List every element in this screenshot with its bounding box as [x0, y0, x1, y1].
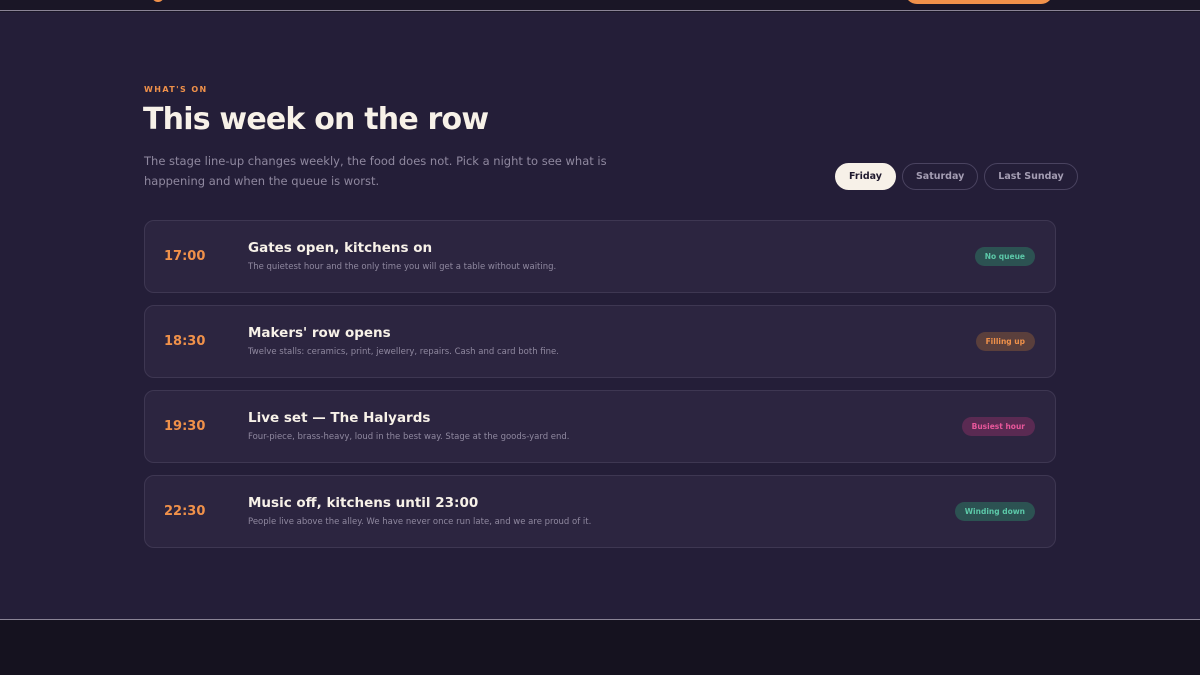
event-title: Makers' row opens: [248, 325, 391, 341]
tab-saturday[interactable]: Saturday: [901, 163, 979, 190]
event-title: Live set — The Halyards: [248, 410, 431, 426]
event-title: Music off, kitchens until 23:00: [248, 495, 479, 511]
event-description: The quietest hour and the only time you …: [248, 262, 557, 272]
event-time: 18:30: [164, 334, 206, 349]
site-footer: [0, 619, 1200, 675]
event-time: 19:30: [164, 419, 206, 434]
event-card: 17:00 Gates open, kitchens on The quiete…: [144, 220, 1056, 293]
page-title: This week on the row: [143, 102, 489, 137]
queue-status-badge: Busiest hour: [961, 417, 1035, 436]
header-cta-button[interactable]: [905, 0, 1053, 4]
event-card: 19:30 Live set — The Halyards Four-piece…: [144, 390, 1056, 463]
event-title: Gates open, kitchens on: [248, 240, 433, 256]
queue-status-badge: No queue: [974, 247, 1035, 266]
event-card: 18:30 Makers' row opens Twelve stalls: c…: [144, 305, 1056, 378]
event-description: Twelve stalls: ceramics, print, jeweller…: [248, 347, 559, 357]
event-description: Four-piece, brass-heavy, loud in the bes…: [248, 432, 570, 442]
queue-status-badge: Winding down: [954, 502, 1035, 521]
event-card: 22:30 Music off, kitchens until 23:00 Pe…: [144, 475, 1056, 548]
event-time: 17:00: [164, 249, 206, 264]
tab-last-sunday[interactable]: Last Sunday: [984, 163, 1078, 190]
logo-icon[interactable]: [152, 0, 164, 2]
event-description: People live above the alley. We have nev…: [248, 517, 592, 527]
site-header: [0, 0, 1200, 11]
section-eyebrow: What's on: [144, 85, 208, 94]
event-time: 22:30: [164, 504, 206, 519]
section-description: The stage line-up changes weekly, the fo…: [144, 154, 607, 188]
night-tabs: Friday Saturday Last Sunday: [835, 163, 1078, 190]
queue-status-badge: Filling up: [975, 332, 1035, 351]
tab-friday[interactable]: Friday: [835, 163, 896, 190]
